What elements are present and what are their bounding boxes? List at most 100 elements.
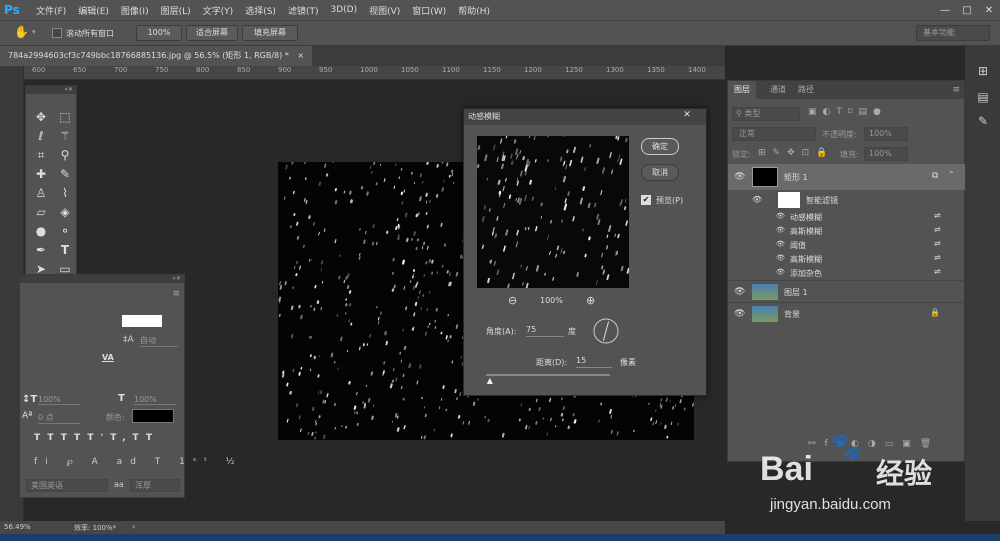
menu-file[interactable]: 文件(F) — [30, 4, 72, 17]
leading-field[interactable]: 自动 — [140, 335, 178, 347]
eye-icon[interactable]: 👁 — [776, 254, 785, 262]
brush-tool-icon[interactable]: ✎ — [56, 165, 74, 183]
font-style-field[interactable] — [122, 315, 162, 327]
menu-type[interactable]: 文字(Y) — [197, 4, 240, 17]
distance-input[interactable]: 15 — [576, 356, 612, 368]
filter-row-threshold[interactable]: 👁 阈值 ⇌ — [728, 238, 966, 252]
document-tab[interactable]: 784a2994603cf3c749bbc18766885136.jpg @ 5… — [0, 46, 313, 66]
opentype-buttons[interactable]: fi ℘ A ad T 1ˢᵗ ½ — [34, 457, 242, 467]
blend-mode-select[interactable]: 正常 — [732, 127, 816, 141]
fit-screen-button[interactable]: 适合屏幕 — [186, 25, 238, 41]
crop-tool-icon[interactable]: ⌗ — [32, 146, 50, 164]
eye-icon[interactable]: 👁 — [776, 268, 785, 276]
horizontal-scale-field[interactable]: 100% — [134, 395, 176, 405]
tab-layers[interactable]: 图层 — [728, 81, 756, 99]
filter-options-icon[interactable]: ⇌ — [934, 225, 941, 234]
marquee-tool-icon[interactable]: ⬚ — [56, 108, 74, 126]
hand-icon[interactable]: ✋ — [14, 25, 30, 41]
menu-3d[interactable]: 3D(D) — [324, 5, 363, 15]
menu-select[interactable]: 选择(S) — [239, 4, 282, 17]
type-tool-icon[interactable]: T — [56, 241, 74, 259]
blur-tool-icon[interactable]: ● — [32, 222, 50, 240]
filter-kind-select[interactable]: ⚲ 类型 — [732, 107, 800, 121]
filter-row-add-noise[interactable]: 👁 添加杂色 ⇌ — [728, 266, 966, 280]
menu-window[interactable]: 窗口(W) — [406, 4, 452, 17]
layer-row-rectangle-1[interactable]: 👁 矩形 1 ⧉ ⌃ — [728, 164, 966, 190]
history-brush-tool-icon[interactable]: ⌇ — [56, 184, 74, 202]
tab-channels[interactable]: 通道 — [764, 81, 792, 99]
eye-icon[interactable]: 👁 — [734, 309, 745, 319]
filter-preview[interactable] — [477, 136, 629, 288]
filter-row-gaussian-blur-1[interactable]: 👁 高斯模糊 ⇌ — [728, 224, 966, 238]
scroll-all-checkbox[interactable] — [52, 28, 62, 38]
filter-row-gaussian-blur-2[interactable]: 👁 高斯模糊 ⇌ — [728, 252, 966, 266]
opacity-field[interactable]: 100% — [864, 127, 908, 141]
menu-layer[interactable]: 图层(L) — [155, 4, 197, 17]
dodge-tool-icon[interactable]: ⚬ — [56, 222, 74, 240]
close-tab-icon[interactable]: × — [297, 51, 304, 60]
panel-menu-icon[interactable]: ≡ — [172, 289, 180, 299]
baseline-shift-field[interactable]: 0 点 — [38, 412, 80, 424]
menu-filter[interactable]: 滤镜(T) — [282, 4, 325, 17]
menu-edit[interactable]: 编辑(E) — [72, 4, 115, 17]
brush-presets-icon[interactable]: ✎ — [973, 114, 993, 134]
layer-row-layer-1[interactable]: 👁 图层 1 — [728, 280, 966, 302]
collapse-filters-icon[interactable]: ⌃ — [948, 170, 955, 179]
close-button[interactable]: ✕ — [978, 5, 1000, 16]
toolbox-collapse-icon[interactable]: «✕ — [26, 86, 76, 94]
layer-name[interactable]: 图层 1 — [784, 287, 808, 298]
lasso-tool-icon[interactable]: ℓ — [32, 127, 50, 145]
status-arrow-icon[interactable]: › — [132, 522, 135, 531]
healing-brush-tool-icon[interactable]: ✚ — [32, 165, 50, 183]
distance-slider-track[interactable] — [486, 374, 610, 376]
history-icon[interactable]: ⊞ — [973, 64, 993, 84]
zoom-100-button[interactable]: 100% — [136, 25, 182, 41]
vertical-scale-field[interactable]: 100% — [38, 395, 80, 405]
distance-slider-thumb[interactable]: ▲ — [487, 377, 495, 385]
tab-paths[interactable]: 路径 — [792, 81, 820, 99]
menu-help[interactable]: 帮助(H) — [452, 4, 496, 17]
lock-icons[interactable]: ⊞✎✥⊡🔒 — [758, 148, 834, 158]
fill-screen-button[interactable]: 填充屏幕 — [242, 25, 298, 41]
clone-stamp-tool-icon[interactable]: ♙ — [32, 184, 50, 202]
cancel-button[interactable]: 取消 — [641, 164, 679, 181]
eyedropper-tool-icon[interactable]: ⚲ — [56, 146, 74, 164]
filter-options-icon[interactable]: ⇌ — [934, 211, 941, 220]
zoom-level[interactable]: 56.49% — [4, 523, 31, 531]
layer-name[interactable]: 背景 — [784, 309, 800, 320]
angle-dial[interactable] — [592, 317, 620, 345]
character-panel-collapse-icon[interactable]: «✕ — [20, 275, 184, 283]
ok-button[interactable]: 确定 — [641, 138, 679, 155]
antialias-select[interactable]: 浑厚 — [130, 479, 180, 492]
layer-name[interactable]: 矩形 1 — [784, 172, 808, 183]
menu-view[interactable]: 视图(V) — [363, 4, 406, 17]
fill-field[interactable]: 100% — [864, 147, 908, 161]
filter-options-icon[interactable]: ⇌ — [934, 253, 941, 262]
eye-icon[interactable]: 👁 — [734, 287, 745, 297]
angle-input[interactable]: 75 — [526, 325, 564, 337]
chevron-down-icon[interactable]: ▾ — [32, 28, 40, 38]
dialog-close-icon[interactable]: ✕ — [676, 110, 698, 123]
paint-bucket-tool-icon[interactable]: ◈ — [56, 203, 74, 221]
smart-filters-row[interactable]: 👁 智能滤镜 — [728, 190, 966, 210]
workspace-select[interactable]: 基本功能 — [916, 25, 990, 41]
maximize-button[interactable]: □ — [956, 5, 978, 16]
preview-checkbox[interactable]: ✔ — [641, 195, 651, 205]
eye-icon[interactable]: 👁 — [734, 172, 745, 182]
zoom-in-icon[interactable]: ⊕ — [586, 294, 595, 307]
eye-icon[interactable]: 👁 — [776, 212, 785, 220]
eye-icon[interactable]: 👁 — [776, 240, 785, 248]
menu-image[interactable]: 图像(I) — [115, 4, 155, 17]
properties-icon[interactable]: ▤ — [973, 90, 993, 110]
filter-options-icon[interactable]: ⇌ — [934, 239, 941, 248]
text-style-buttons[interactable]: TTTTT'T,TT — [34, 433, 159, 443]
pen-tool-icon[interactable]: ✒ — [32, 241, 50, 259]
layers-menu-icon[interactable]: ≡ — [952, 85, 960, 95]
magic-wand-tool-icon[interactable]: ⚚ — [56, 127, 74, 145]
language-select[interactable]: 美国英语 — [26, 479, 108, 492]
zoom-out-icon[interactable]: ⊖ — [508, 294, 517, 307]
minimize-button[interactable]: — — [934, 5, 956, 16]
text-color-swatch[interactable] — [132, 409, 174, 423]
layer-row-background[interactable]: 👁 背景 🔒 — [728, 302, 966, 324]
eye-icon[interactable]: 👁 — [776, 226, 785, 234]
